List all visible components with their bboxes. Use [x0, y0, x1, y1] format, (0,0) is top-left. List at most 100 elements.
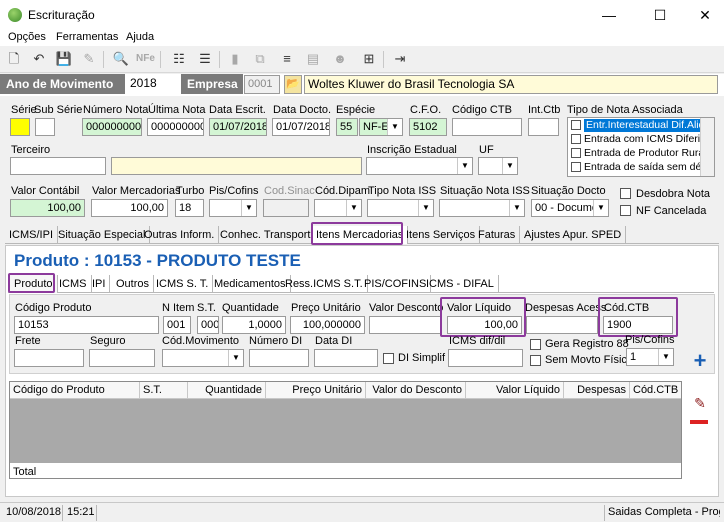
new-document-icon[interactable]: 🗋: [5, 50, 23, 68]
listbox-scrollbar[interactable]: [700, 118, 714, 176]
stack-icon[interactable]: ▤: [304, 50, 322, 68]
menu-opcoes[interactable]: Opções: [8, 31, 46, 43]
n-item-field[interactable]: 001: [163, 316, 191, 334]
tree-icon[interactable]: ☷: [170, 50, 188, 68]
cod-dipam-select[interactable]: ▼: [314, 199, 362, 217]
tipo-nota-iss-select[interactable]: ▼: [367, 199, 434, 217]
col-despesas[interactable]: Despesas: [564, 382, 630, 398]
tipo-nota-listbox[interactable]: Entr.Interestadual Dif.Aliq. Entrada com…: [567, 117, 715, 177]
numero-nota-field[interactable]: 0000000001: [82, 118, 142, 136]
st-field[interactable]: 000: [197, 316, 219, 334]
tab-medicamentos[interactable]: Medicamentos: [210, 275, 291, 293]
int-ctb-field[interactable]: [528, 118, 559, 136]
sub-serie-field[interactable]: [35, 118, 55, 136]
codigo-produto-field[interactable]: 10153: [14, 316, 159, 334]
tab-ress-icms-st[interactable]: Ress.ICMS S.T.: [281, 275, 368, 293]
tab-icms-difal[interactable]: ICMS - DIFAL: [422, 275, 499, 293]
icms-dif-field[interactable]: [448, 349, 523, 367]
cfo-field[interactable]: 5102: [409, 118, 447, 136]
tipo-nota-checkbox[interactable]: [571, 120, 581, 130]
tab-produto[interactable]: Produto: [10, 275, 58, 293]
col-valor-desconto[interactable]: Valor do Desconto: [366, 382, 466, 398]
tab-situacao-especial[interactable]: Situação Especial: [54, 226, 151, 244]
grid-body[interactable]: [10, 399, 681, 463]
col-valor-liquido[interactable]: Valor Líquido: [466, 382, 564, 398]
sem-movto-checkbox[interactable]: [530, 355, 541, 366]
cod-movimento-select[interactable]: ▼: [162, 349, 244, 367]
copy-icon[interactable]: ⧉: [251, 50, 269, 68]
tipo-nota-item[interactable]: Entrada de Produtor Rural: [584, 147, 707, 160]
tab-ajustes-apur-sped[interactable]: Ajustes Apur. SPED: [520, 226, 627, 244]
minimize-button[interactable]: —: [586, 0, 632, 30]
tipo-nota-item[interactable]: Entrada de saída sem débito: [584, 161, 714, 174]
col-st[interactable]: S.T.: [140, 382, 188, 398]
nfe-icon[interactable]: NFe: [136, 50, 155, 68]
serie-field[interactable]: [10, 118, 30, 136]
empresa-code[interactable]: 0001: [244, 75, 280, 94]
valor-desconto-field[interactable]: [369, 316, 441, 334]
tab-icms-ipi[interactable]: ICMS/IPI: [5, 226, 59, 244]
situacao-nota-iss-select[interactable]: ▼: [439, 199, 525, 217]
codigo-ctb-field[interactable]: [452, 118, 522, 136]
add-item-icon[interactable]: +: [689, 350, 711, 373]
close-button[interactable]: ✕: [682, 0, 724, 30]
data-escrit-field[interactable]: 01/07/2018: [209, 118, 267, 136]
ultima-nota-field[interactable]: 0000000001: [147, 118, 204, 136]
situacao-docto-select[interactable]: 00 - Documento regular▼: [531, 199, 609, 217]
di-simplif-checkbox[interactable]: [383, 353, 394, 364]
tab-itens-mercadorias[interactable]: Itens Mercadorias: [312, 226, 409, 244]
open-folder-icon[interactable]: 📂: [284, 75, 302, 94]
tab-itens-servicos[interactable]: Itens Serviços: [402, 226, 481, 244]
save-icon[interactable]: 💾: [55, 50, 73, 68]
pis-cofins-select[interactable]: ▼: [209, 199, 257, 217]
tab-outras-inform[interactable]: Outras Inform.: [140, 226, 220, 244]
folder-icon[interactable]: ▮: [226, 50, 244, 68]
quantidade-field[interactable]: 1,0000: [222, 316, 286, 334]
tab-pis-cofins[interactable]: PIS/COFINS: [360, 275, 432, 293]
tipo-nota-checkbox[interactable]: [571, 162, 581, 172]
valor-mercadorias-field[interactable]: 100,00: [91, 199, 168, 217]
preview-icon[interactable]: 🔍: [112, 50, 130, 68]
frete-field[interactable]: [14, 349, 84, 367]
inscricao-select[interactable]: ▼: [366, 157, 473, 175]
nf-cancelada-checkbox[interactable]: [620, 205, 631, 216]
numero-di-field[interactable]: [249, 349, 309, 367]
remove-item-icon[interactable]: [690, 420, 708, 424]
col-preco-unitario[interactable]: Preço Unitário: [266, 382, 366, 398]
col-quantidade[interactable]: Quantidade: [188, 382, 266, 398]
tab-outros[interactable]: Outros: [112, 275, 155, 293]
edit-item-icon[interactable]: ✎: [689, 393, 711, 413]
users-icon[interactable]: ☻: [331, 50, 349, 68]
book-icon[interactable]: ≡: [278, 50, 296, 68]
tipo-nota-checkbox[interactable]: [571, 134, 581, 144]
data-docto-field[interactable]: 01/07/2018: [272, 118, 330, 136]
gera-registro-checkbox[interactable]: [530, 339, 541, 350]
cod-ctb-field[interactable]: 1900: [603, 316, 673, 334]
especie-code-field[interactable]: 55: [336, 118, 358, 136]
despesas-acess-field[interactable]: [526, 316, 598, 334]
tab-faturas[interactable]: Faturas: [474, 226, 521, 244]
uf-select[interactable]: ▼: [478, 157, 518, 175]
turbo-field[interactable]: 18: [175, 199, 204, 217]
calculator-icon[interactable]: ⊞: [360, 50, 378, 68]
especie-select[interactable]: NF-E ▼: [359, 118, 403, 136]
valor-liquido-field[interactable]: 100,00: [447, 316, 522, 334]
tab-ipi[interactable]: IPI: [88, 275, 111, 293]
menu-ferramentas[interactable]: Ferramentas: [56, 31, 118, 43]
desdobra-nota-checkbox[interactable]: [620, 188, 631, 199]
terceiro-code-field[interactable]: [10, 157, 106, 175]
seguro-field[interactable]: [89, 349, 155, 367]
tipo-nota-item[interactable]: Entrada com ICMS Diferido: [584, 133, 712, 146]
col-cod-ctb[interactable]: Cód.CTB: [630, 382, 681, 398]
preco-unitario-field[interactable]: 100,000000: [290, 316, 365, 334]
tab-icms[interactable]: ICMS: [55, 275, 92, 293]
maximize-button[interactable]: ☐: [637, 0, 683, 30]
tab-icms-st[interactable]: ICMS S. T.: [152, 275, 214, 293]
tab-conhec-transporte[interactable]: Conhec. Transporte: [216, 226, 322, 244]
exit-icon[interactable]: ⇥: [391, 50, 409, 68]
undo-icon[interactable]: ↶: [30, 50, 48, 68]
delete-icon[interactable]: ✎: [80, 50, 98, 68]
list-icon[interactable]: ☰: [196, 50, 214, 68]
tipo-nota-checkbox[interactable]: [571, 148, 581, 158]
col-codigo-produto[interactable]: Código do Produto: [10, 382, 140, 398]
